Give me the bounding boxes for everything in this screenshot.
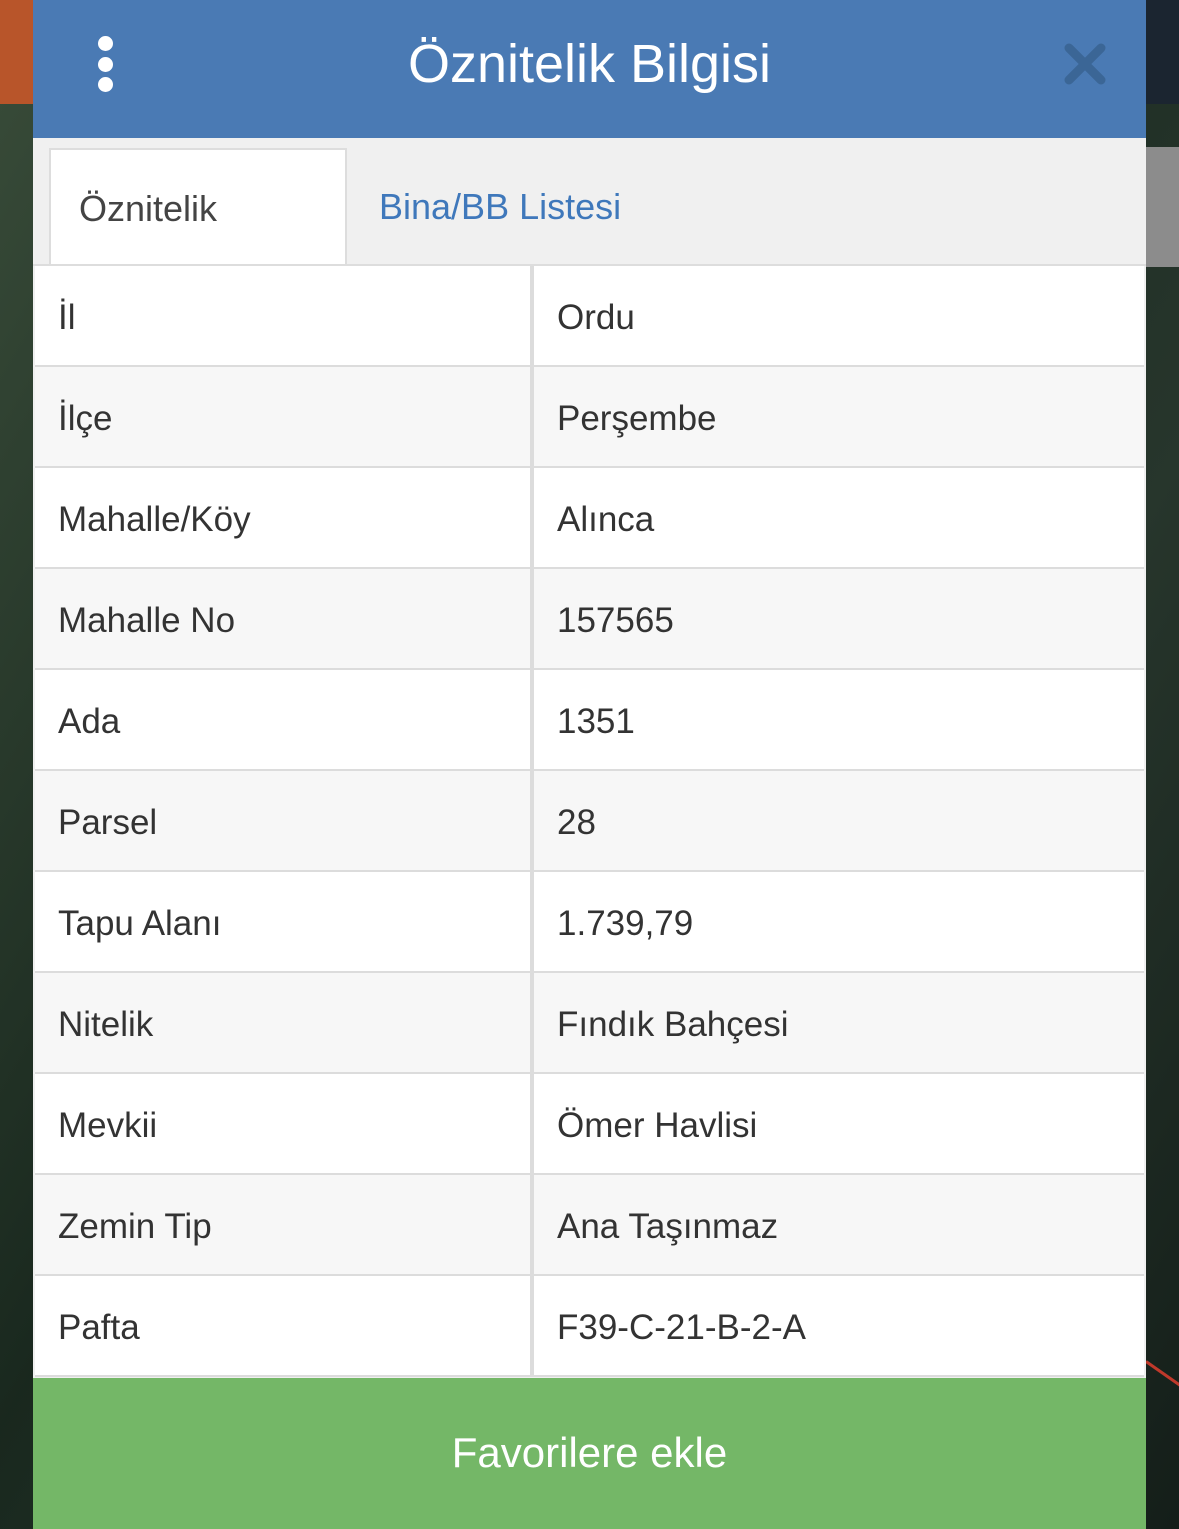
attribute-value: Ömer Havlisi [534, 1074, 1144, 1173]
table-row: Tapu Alanı 1.739,79 [35, 872, 1144, 971]
tab-bar: Öznitelik Bilgisi Bina/BB Listesi [33, 138, 1146, 347]
attribute-key: Nitelik [35, 973, 530, 1072]
more-vertical-icon[interactable] [85, 36, 125, 92]
attribute-key: Pafta [35, 1276, 530, 1375]
attribute-table: İl Ordu İlçe Perşembe Mahalle/Köy Alınca… [35, 266, 1144, 1377]
tab-attribute-info[interactable]: Öznitelik Bilgisi [49, 148, 347, 347]
attribute-value: Fındık Bahçesi [534, 973, 1144, 1072]
table-row: Mevkii Ömer Havlisi [35, 1074, 1144, 1173]
attribute-key: Ada [35, 670, 530, 769]
table-row: Mahalle/Köy Alınca [35, 468, 1144, 567]
tab-building-list[interactable]: Bina/BB Listesi [351, 148, 649, 262]
attribute-value: 28 [534, 771, 1144, 870]
table-row: Parsel 28 [35, 771, 1144, 870]
attribute-value: Ordu [534, 266, 1144, 365]
table-row: İl Ordu [35, 266, 1144, 365]
attribute-key: İl [35, 266, 530, 365]
table-row: Nitelik Fındık Bahçesi [35, 973, 1144, 1072]
attribute-key: Mahalle/Köy [35, 468, 530, 567]
attribute-value: 1.739,79 [534, 872, 1144, 971]
table-row: Ada 1351 [35, 670, 1144, 769]
table-row: Pafta F39-C-21-B-2-A [35, 1276, 1144, 1375]
attribute-value: 1351 [534, 670, 1144, 769]
attribute-key: Mahalle No [35, 569, 530, 668]
attribute-value: Alınca [534, 468, 1144, 567]
add-to-favorites-button[interactable]: Favorilere ekle [33, 1378, 1146, 1529]
attribute-key: Parsel [35, 771, 530, 870]
attribute-panel: Öznitelik Bilgisi Öznitelik Bilgisi Bina… [33, 0, 1146, 1529]
panel-header: Öznitelik Bilgisi [33, 0, 1146, 138]
attribute-value: F39-C-21-B-2-A [534, 1276, 1144, 1375]
table-row: Zemin Tip Ana Taşınmaz [35, 1175, 1144, 1274]
attribute-key: Zemin Tip [35, 1175, 530, 1274]
attribute-value: Perşembe [534, 367, 1144, 466]
scrollbar[interactable] [1146, 147, 1179, 267]
close-icon[interactable] [1061, 40, 1109, 88]
attribute-key: Mevkii [35, 1074, 530, 1173]
attribute-key: İlçe [35, 367, 530, 466]
table-row: İlçe Perşembe [35, 367, 1144, 466]
attribute-value: Ana Taşınmaz [534, 1175, 1144, 1274]
panel-title: Öznitelik Bilgisi [407, 34, 772, 94]
attribute-key: Tapu Alanı [35, 872, 530, 971]
attribute-value: 157565 [534, 569, 1144, 668]
table-row: Mahalle No 157565 [35, 569, 1144, 668]
